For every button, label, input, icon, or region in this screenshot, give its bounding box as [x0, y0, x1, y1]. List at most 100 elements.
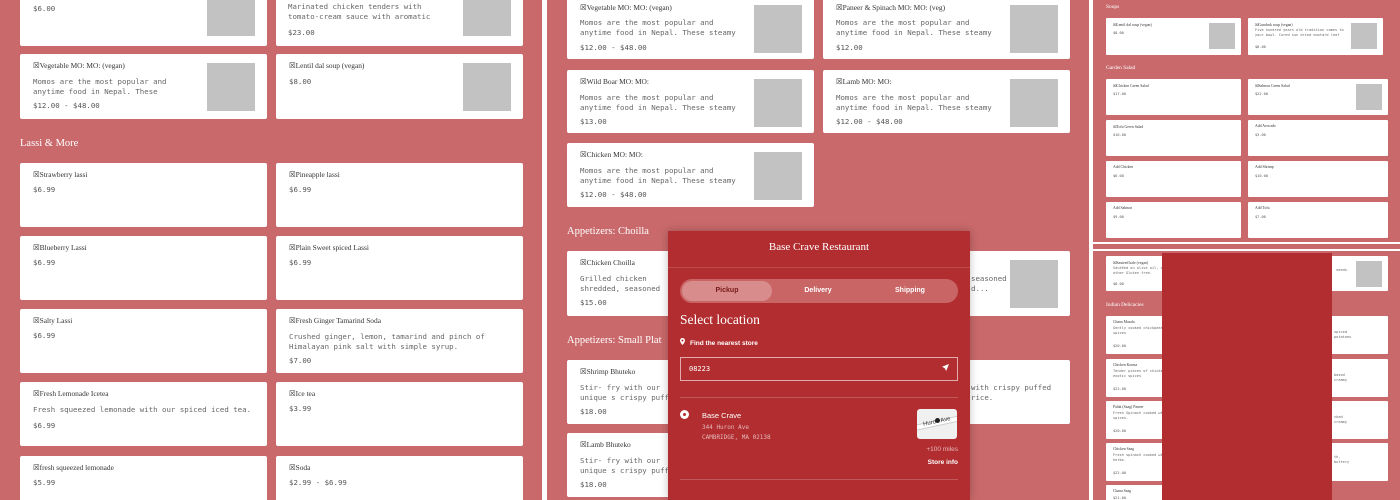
- menu-item-card[interactable]: ☒Ice tea $3.99: [276, 382, 523, 446]
- store-radio-selected[interactable]: [680, 410, 689, 419]
- item-price: $12.00 - $48.00: [836, 117, 903, 126]
- item-price: $8.00: [289, 77, 312, 86]
- select-location-heading: Select location: [680, 312, 760, 327]
- item-price: $6.00: [1113, 174, 1124, 178]
- item-image: [754, 5, 802, 53]
- item-price: $12.00 - $48.00: [580, 43, 647, 52]
- menu-item-card[interactable]: ☒Lamb MO: MO: Momos are the most popular…: [823, 70, 1070, 133]
- item-description: cked creamy sauce with: [1334, 415, 1347, 424]
- item-price: $16.00: [1113, 133, 1126, 137]
- store-address-line1: 344 Huron Ave: [702, 424, 749, 431]
- item-price: $10.00: [1255, 174, 1268, 178]
- item-price: $8.00: [1255, 45, 1266, 49]
- item-name: ☒Gundruk soup (vegan): [1255, 23, 1293, 27]
- panel-divider: [1093, 249, 1400, 251]
- menu-item-card[interactable]: $6.00: [20, 0, 267, 46]
- menu-item-card[interactable]: ☒Paneer & Spinach MO: MO: (veg) Momos ar…: [823, 0, 1070, 59]
- item-image: [1356, 84, 1382, 110]
- item-price: $7.00: [289, 356, 312, 365]
- zip-input[interactable]: [689, 358, 929, 380]
- item-image: [754, 152, 802, 200]
- menu-item-card[interactable]: Add Salmon $9.00: [1106, 202, 1241, 238]
- item-name: ☒Vegetable MO: MO: (vegan): [580, 3, 672, 12]
- item-price: $12.00: [836, 43, 863, 52]
- tab-shipping[interactable]: Shipping: [864, 281, 956, 301]
- menu-item-card[interactable]: ☒Blueberry Lassi $6.99: [20, 236, 267, 300]
- menu-item-card[interactable]: ☒Lentil dal soup (vegan) $8.00: [276, 54, 523, 119]
- store-map-thumbnail: Huron Ave: [917, 409, 957, 439]
- item-description: Stir- fry with our unique s crispy puffe…: [580, 456, 678, 475]
- item-price: $22.00: [1113, 471, 1126, 475]
- item-price: $3.99: [289, 404, 312, 413]
- section-heading: Appetizers: Choilla: [567, 226, 649, 237]
- menu-item-card[interactable]: ☒Tofu Green Salad $16.00: [1106, 120, 1241, 156]
- menu-item-card[interactable]: ☒Gundruk soup (vegan) Five hundred years…: [1248, 18, 1383, 55]
- menu-item-card[interactable]: ☒Pineapple lassi $6.99: [276, 163, 523, 227]
- item-image: [1209, 23, 1235, 49]
- item-description: Grilled chicken shredded, seasoned with …: [580, 274, 661, 293]
- location-modal-thumbnail: [1162, 253, 1332, 500]
- item-name: ☒Blueberry Lassi: [33, 243, 87, 252]
- navigation-arrow-icon[interactable]: [942, 364, 949, 373]
- location-modal: Base Crave Restaurant Pickup Delivery Sh…: [668, 231, 970, 500]
- item-price: $6.99: [289, 258, 312, 267]
- menu-item-card[interactable]: ☒Plain Sweet spiced Lassi $6.99: [276, 236, 523, 300]
- divider: [668, 267, 970, 268]
- menu-item-card[interactable]: ☒Lentil dal soup (vegan) $8.00: [1106, 18, 1241, 55]
- menu-item-card[interactable]: Marinated chicken tenders with tomato-cr…: [276, 0, 523, 46]
- zip-search-field[interactable]: [680, 357, 958, 381]
- menu-item-card[interactable]: ☒Vegetable MO: MO: (vegan) Momos are the…: [20, 54, 267, 119]
- divider: [680, 397, 958, 398]
- menu-item-card[interactable]: ☒Fresh Lemonade Icetea Fresh squeezed le…: [20, 382, 267, 446]
- item-description: with crispy puffed rice.: [971, 383, 1052, 402]
- section-heading: Appetizers: Small Plat: [567, 335, 662, 346]
- section-heading: Garden Salad: [1106, 65, 1136, 71]
- item-description: seasoned: [971, 274, 1007, 283]
- item-price: $7.00: [1255, 215, 1266, 219]
- panel-divider: [1093, 242, 1400, 244]
- tab-delivery[interactable]: Delivery: [773, 281, 863, 301]
- menu-item-card[interactable]: Add Shrimp $10.00: [1248, 161, 1388, 197]
- menu-item-card[interactable]: ☒Strawberry lassi $6.99: [20, 163, 267, 227]
- menu-item-card[interactable]: ☒Vegetable MO: MO: (vegan) Momos are the…: [567, 0, 814, 59]
- item-price: $13.00: [580, 117, 607, 126]
- item-price: $21.00: [1113, 496, 1126, 500]
- menu-item-card[interactable]: ☒fresh squeezed lemonade $5.99: [20, 456, 267, 500]
- item-description: Momos are the most popular and anytime f…: [836, 93, 992, 112]
- store-info-link[interactable]: Store info: [928, 459, 958, 466]
- item-description: based creamy sauce: [1334, 373, 1347, 382]
- tab-pickup[interactable]: Pickup: [682, 281, 772, 301]
- item-name: ☒Lentil dal soup (vegan): [1113, 23, 1152, 27]
- store-address-line2: CAMBRIDGE, MA 02138: [702, 434, 771, 441]
- menu-item-card[interactable]: ☒Soda $2.99 - $6.99: [276, 456, 523, 500]
- find-nearest-store-link[interactable]: Find the nearest store: [680, 338, 758, 347]
- item-price: $22.00: [1255, 92, 1268, 96]
- item-name: ☒Paneer & Spinach MO: MO: (veg): [836, 3, 946, 12]
- menu-item-card[interactable]: ☒Salty Lassi $6.99: [20, 309, 267, 373]
- item-name: ☒Soda: [289, 463, 311, 472]
- menu-item-card[interactable]: ☒Chicken Green Salad $17.00: [1106, 79, 1241, 115]
- item-name: ☒Tofu Green Salad: [1113, 125, 1144, 129]
- item-price: $6.99: [33, 421, 56, 430]
- menu-item-card[interactable]: ☒Fresh Ginger Tamarind Soda Crushed ging…: [276, 309, 523, 373]
- item-price: $12.00 - $48.00: [580, 190, 647, 199]
- item-image: [207, 63, 255, 111]
- item-image: [463, 0, 511, 36]
- item-price: $20.00: [1113, 344, 1126, 348]
- item-price: $6.00: [33, 4, 56, 13]
- item-price: $6.99: [33, 185, 56, 194]
- item-description: Momos are the most popular and anytime f…: [580, 93, 736, 112]
- item-image: [754, 79, 802, 127]
- menu-item-card[interactable]: ☒Wild Boar MO: MO: Momos are the most po…: [567, 70, 814, 133]
- item-description: Momos are the most popular and anytime f…: [580, 166, 736, 185]
- item-name: ☒Wild Boar MO: MO:: [580, 77, 649, 86]
- item-description: Stir- fry with our unique s crispy puffe…: [580, 383, 678, 402]
- item-price: $6.99: [33, 258, 56, 267]
- menu-item-card[interactable]: Add Tofu $7.00: [1248, 202, 1388, 238]
- menu-item-card[interactable]: Add Chicken $6.00: [1106, 161, 1241, 197]
- menu-item-card[interactable]: Add Avocado $3.00: [1248, 120, 1388, 156]
- menu-item-card[interactable]: ☒Salmon Green Salad $22.00: [1248, 79, 1388, 115]
- item-image: [1356, 261, 1382, 287]
- item-name: ☒Salmon Green Salad: [1255, 84, 1290, 88]
- menu-item-card[interactable]: ☒Chicken MO: MO: Momos are the most popu…: [567, 143, 814, 207]
